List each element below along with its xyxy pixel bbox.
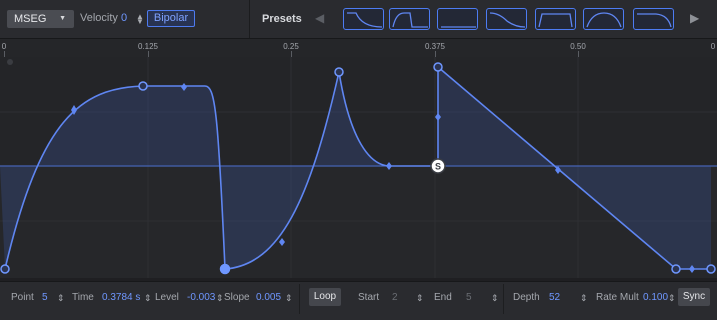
time-label: Time [72,292,94,303]
depth-stepper-icon[interactable]: ⇕ [580,293,588,304]
toolbar-divider [249,0,250,38]
loop-button[interactable]: Loop [309,288,341,306]
slope-stepper-icon[interactable]: ⇕ [285,293,293,304]
end-stepper-icon[interactable]: ⇕ [491,293,499,304]
preset-ramp-down[interactable] [343,8,384,30]
time-stepper-icon[interactable]: ⇕ [144,293,152,304]
sustain-marker-label: S [435,162,441,172]
ruler-tick-label: 0.125 [137,42,159,51]
start-value[interactable]: 2 [392,292,398,303]
envelope-point[interactable] [138,81,148,91]
mode-dropdown-label: MSEG [14,13,47,25]
point-value[interactable]: 5 [42,292,48,303]
point-stepper-icon[interactable]: ⇕ [57,293,65,304]
depth-label: Depth [513,292,540,303]
ruler-tick-label: 0 [710,42,716,51]
preset-arc[interactable] [583,8,624,30]
velocity-label: Velocity [80,12,118,24]
start-label: Start [358,292,380,303]
prev-preset-icon[interactable]: ◀ [315,11,324,25]
velocity-value[interactable]: 0 [121,12,127,24]
time-ruler [0,39,717,58]
envelope-point-selected[interactable] [219,263,231,275]
depth-value[interactable]: 52 [549,292,560,303]
level-value[interactable]: -0.003 [187,292,215,303]
slope-label: Slope [224,292,250,303]
envelope-point[interactable] [0,264,10,274]
bipolar-toggle[interactable]: Bipolar [147,10,195,27]
mode-dropdown[interactable]: MSEG ▼ [7,10,74,28]
chevron-down-icon: ▼ [59,15,66,22]
preset-decay[interactable] [486,8,527,30]
preset-pulse[interactable] [535,8,576,30]
ruler-tick-label: 0.375 [424,42,446,51]
rate-mult-stepper-icon[interactable]: ⇕ [668,293,676,304]
preset-fall-curve[interactable] [633,8,674,30]
rate-mult-value[interactable]: 0.100 [643,292,668,303]
handle-dot [7,59,13,65]
ruler-tick-label: 0.50 [570,42,586,51]
end-label: End [434,292,452,303]
time-value[interactable]: 0.3784 s [102,292,140,303]
sync-button[interactable]: Sync [678,288,710,306]
preset-square[interactable] [437,8,478,30]
slope-value[interactable]: 0.005 [256,292,281,303]
rate-mult-label: Rate Mult [596,292,639,303]
point-label: Point [11,292,34,303]
envelope-point[interactable] [334,67,344,77]
velocity-stepper-icon[interactable]: ▲ ▼ [136,13,144,26]
preset-rise-hold[interactable] [389,8,430,30]
envelope-editor[interactable]: S [0,57,717,278]
envelope-point[interactable] [671,264,681,274]
bottom-divider [299,284,300,314]
ruler-tick-label: 0.25 [283,42,299,51]
envelope-point[interactable] [706,264,716,274]
presets-label: Presets [262,13,302,25]
level-stepper-icon[interactable]: ⇕ [216,293,224,304]
envelope-point[interactable] [433,62,443,72]
end-value[interactable]: 5 [466,292,472,303]
level-label: Level [155,292,179,303]
start-stepper-icon[interactable]: ⇕ [416,293,424,304]
bottom-divider [503,284,504,314]
ruler-tick-label: 0 [1,42,7,51]
next-preset-icon[interactable]: ▶ [690,11,699,25]
